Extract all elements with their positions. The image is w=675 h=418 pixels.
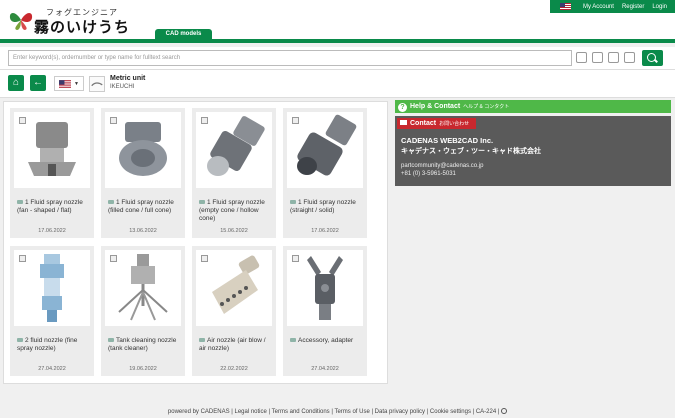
model-type-icon [292,117,299,124]
sketch-search-icon[interactable] [608,52,619,63]
product-image [287,250,363,326]
product-image [287,112,363,188]
footer: powered by CADENAS | Legal notice | Term… [0,408,675,415]
product-date: 13.06.2022 [129,228,157,234]
product-card[interactable]: Accessory, adapter 27.04.2022 [283,246,367,376]
chevron-down-icon: ▼ [74,80,79,87]
catalog-nav: ⌂ ← ▼ Metric unit IKEUCHI [0,70,675,98]
formula-search-icon[interactable] [624,52,635,63]
product-date: 17.06.2022 [311,228,339,234]
product-card[interactable]: 1 Fluid spray nozzle (empty cone / hollo… [192,108,276,238]
product-card[interactable]: Tank cleaning nozzle (tank cleaner) 19.0… [101,246,185,376]
model-type-icon [19,255,26,262]
product-date: 22.02.2022 [220,366,248,372]
us-flag-icon [59,79,71,88]
3d-search-icon[interactable] [592,52,603,63]
catalog-thumbnail [89,76,105,92]
model-type-icon [292,255,299,262]
us-flag-icon [559,3,571,10]
globe-icon[interactable] [501,408,508,414]
product-card[interactable]: 2 fluid nozzle (fine spray nozzle) 27.04… [10,246,94,376]
folder-icon [17,200,23,204]
product-name: 1 Fluid spray nozzle (fan - shaped / fla… [17,199,83,214]
product-name: Accessory, adapter [298,337,354,344]
product-image [14,250,90,326]
back-button[interactable]: ← [30,75,46,91]
product-name: 1 Fluid spray nozzle (filled cone / full… [108,199,174,214]
product-image [196,250,272,326]
product-card[interactable]: 1 Fluid spray nozzle (filled cone / full… [101,108,185,238]
product-date: 27.04.2022 [38,366,66,372]
product-date: 19.06.2022 [129,366,157,372]
language-select[interactable]: ▼ [54,76,84,91]
help-title: Help & Contact [410,103,461,110]
login-link[interactable]: Login [652,4,667,10]
product-name: 2 fluid nozzle (fine spray nozzle) [17,337,78,352]
product-image [196,112,272,188]
question-icon: ? [398,103,407,112]
folder-icon [199,200,205,204]
register-link[interactable]: Register [622,4,644,10]
folder-icon [199,338,205,342]
product-image [105,250,181,326]
product-name: Tank cleaning nozzle (tank cleaner) [108,337,177,352]
search-input[interactable]: Enter keyword(s), ordernumber or type na… [8,50,572,66]
account-bar: My Account Register Login [550,0,675,13]
product-date: 15.06.2022 [220,228,248,234]
model-type-icon [110,117,117,124]
contact-tab[interactable]: Contact お問い合わせ [397,118,476,129]
model-type-icon [201,117,208,124]
folder-icon [290,338,296,342]
contact-phone: +81 (0) 3-5961-5031 [401,171,456,177]
my-account-link[interactable]: My Account [583,4,614,10]
company-name-jp: キャデナス・ウェブ・ツー・キャド株式会社 [401,148,541,155]
contact-label: Contact [410,120,437,127]
product-date: 27.04.2022 [311,366,339,372]
footer-links[interactable]: powered by CADENAS | Legal notice | Term… [168,409,500,415]
search-row: Enter keyword(s), ordernumber or type na… [0,47,675,70]
product-name: Air nozzle (air blow / air nozzle) [199,337,266,352]
product-image [105,112,181,188]
product-name: 1 Fluid spray nozzle (straight / solid) [290,199,356,214]
folder-icon [290,200,296,204]
contact-email[interactable]: partcommunity@cadenas.co.jp [401,163,483,169]
product-image [14,112,90,188]
product-name: 1 Fluid spray nozzle (empty cone / hollo… [199,199,265,222]
search-tools [576,52,635,63]
contact-label-jp: お問い合わせ [439,121,470,127]
folder-icon [108,200,114,204]
home-button[interactable]: ⌂ [8,75,24,91]
folder-icon [17,338,23,342]
contact-panel: Contact お問い合わせ CADENAS WEB2CAD Inc. キャデナス… [395,116,671,186]
product-grid: 1 Fluid spray nozzle (fan - shaped / fla… [3,101,388,384]
product-card[interactable]: 1 Fluid spray nozzle (fan - shaped / fla… [10,108,94,238]
catalog-title: Metric unit [110,75,146,82]
top-bar: フォグエンジニア 霧のいけうち My Account Register Logi… [0,0,675,40]
help-contact-header[interactable]: ? Help & Contact ヘルプ & コンタクト [395,100,671,113]
model-type-icon [110,255,117,262]
catalog-subtitle: IKEUCHI [110,84,135,90]
help-title-jp: ヘルプ & コンタクト [463,104,510,110]
product-card[interactable]: Air nozzle (air blow / air nozzle) 22.02… [192,246,276,376]
product-date: 17.06.2022 [38,228,66,234]
butterfly-logo-icon [9,12,33,30]
envelope-icon [400,120,407,125]
hierarchy-search-icon[interactable] [576,52,587,63]
model-type-icon [201,255,208,262]
search-button[interactable] [642,50,663,66]
company-name: CADENAS WEB2CAD Inc. [401,136,494,145]
product-card[interactable]: 1 Fluid spray nozzle (straight / solid) … [283,108,367,238]
folder-icon [108,338,114,342]
tab-underline [0,39,675,43]
brand-logo[interactable]: フォグエンジニア 霧のいけうち [8,5,158,36]
model-type-icon [19,117,26,124]
brand-name: 霧のいけうち [34,18,131,36]
